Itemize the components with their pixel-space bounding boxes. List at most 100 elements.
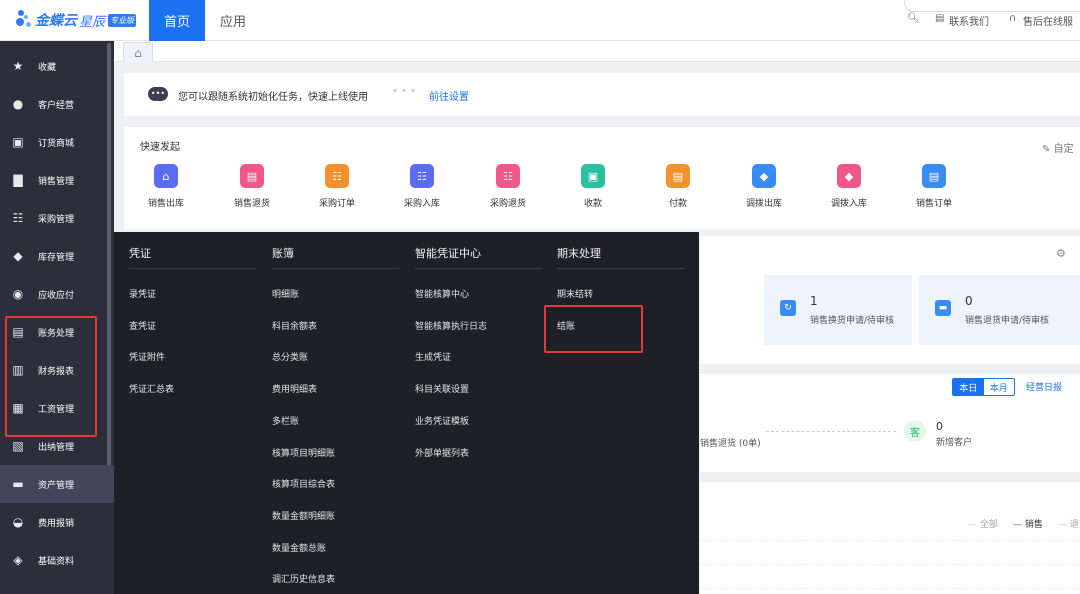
edit-icon: ✎ (1042, 144, 1054, 155)
sidebar-item[interactable]: ◆ 库存管理 (0, 237, 114, 275)
go-settings-link[interactable]: 前往设置 (429, 88, 469, 103)
return-request-card[interactable]: ▬ 0 销售退货申请/待审核 (919, 275, 1080, 345)
user-icon: ● (12, 97, 24, 111)
menu-item[interactable]: 查凭证 (129, 319, 156, 332)
customer-icon: 客 (904, 420, 926, 442)
customize-button[interactable]: ✎ 自定 (1042, 140, 1074, 155)
gear-icon[interactable]: ⚙ (1056, 247, 1066, 260)
contact-icon: ▤ (935, 13, 945, 24)
period-today-button[interactable]: 本日 (953, 379, 984, 395)
search-input[interactable] (904, 0, 1080, 12)
tab-apps[interactable]: 应用 (209, 0, 257, 41)
sidebar-item-label: 基础资料 (38, 556, 75, 567)
quick-launch-label: 收款 (583, 199, 602, 209)
top-right-tools: 🔍︎ ▤ 联系我们 ∩ 售后在线服 (904, 0, 1080, 41)
menu-item[interactable]: 外部单据列表 (415, 446, 469, 459)
highlight-box-sidebar (5, 316, 97, 437)
quick-launch-item[interactable]: ☷ 采购入库 (392, 164, 452, 214)
menu-item[interactable]: 智能核算执行日志 (415, 319, 487, 332)
sidebar-item[interactable]: ★ 收藏 (0, 47, 114, 85)
menu-item[interactable]: 多栏账 (272, 414, 299, 427)
menu-item[interactable]: 调汇历史信息表 (272, 572, 335, 585)
menu-column-title: 账簿 (272, 247, 294, 260)
quick-launch-item[interactable]: ◆ 调拨出库 (734, 164, 794, 214)
quick-launch-item[interactable]: ☷ 采购订单 (307, 164, 367, 214)
legend-return[interactable]: — 退 (1058, 517, 1079, 530)
menu-column-divider (129, 268, 256, 269)
quick-launch-item[interactable]: ⌂ 销售出库 (136, 164, 196, 214)
daily-report-link[interactable]: 经营日报 (1026, 380, 1062, 393)
summary-panel: 本日 本月 经营日报 销售退货 (0单) 客 0 新增客户 (700, 374, 1080, 472)
menu-item[interactable]: 科目余额表 (272, 319, 317, 332)
sidebar-item[interactable]: ● 客户经营 (0, 85, 114, 123)
menu-item[interactable]: 核算项目综合表 (272, 477, 335, 490)
customize-label: 自定 (1053, 144, 1074, 155)
sidebar-item-label: 出纳管理 (38, 442, 75, 453)
quick-launch-icon: ▣ (581, 164, 605, 188)
sidebar-item-label: 应收应付 (38, 290, 75, 301)
legend-all-label: 全部 (979, 520, 998, 530)
menu-item[interactable]: 明细账 (272, 287, 299, 300)
menu-item[interactable]: 期末结转 (557, 287, 593, 300)
menu-item[interactable]: 智能核算中心 (415, 287, 469, 300)
bar-chart-icon: ▇ (13, 173, 23, 187)
legend-return-label: 退 (1069, 520, 1079, 530)
legend-sales-swatch: — (1013, 520, 1025, 530)
menu-item[interactable]: 凭证附件 (129, 350, 165, 363)
tab-home[interactable]: 首页 (149, 0, 205, 41)
sidebar-item[interactable]: ▣ 订货商城 (0, 123, 114, 161)
menu-item[interactable]: 费用明细表 (272, 382, 317, 395)
quick-launch-item[interactable]: ▤ 销售退货 (222, 164, 282, 214)
quick-launch-icon: ▤ (666, 164, 690, 188)
menu-item[interactable]: 数量金额明细账 (272, 509, 335, 522)
quick-launch-label: 调拨出库 (745, 199, 782, 209)
period-month-button[interactable]: 本月 (983, 379, 1014, 395)
grid-line (700, 564, 1080, 565)
sidebar-item[interactable]: ◒ 费用报销 (0, 503, 114, 541)
notice-text: 您可以跟随系统初始化任务，快速上线使用 (178, 92, 368, 103)
sales-return-summary: 销售退货 (0单) (700, 439, 761, 449)
sidebar-item-label: 收藏 (38, 62, 57, 73)
quick-launch-item[interactable]: ▣ 收款 (563, 164, 623, 214)
quick-launch-item[interactable]: ▤ 销售订单 (904, 164, 964, 214)
legend-all-swatch: — (968, 520, 980, 530)
cart-icon: ☷ (12, 211, 24, 225)
headset-icon: ∩ (1009, 13, 1017, 24)
menu-item[interactable]: 录凭证 (129, 287, 156, 300)
quick-launch-label: 调拨入库 (830, 199, 867, 209)
sidebar-item-label: 费用报销 (38, 518, 75, 529)
menu-item[interactable]: 科目关联设置 (415, 382, 469, 395)
menu-item[interactable]: 凭证汇总表 (129, 382, 174, 395)
menu-item[interactable]: 生成凭证 (415, 350, 451, 363)
sidebar-item[interactable]: ▬ 资产管理 (0, 465, 114, 503)
contact-us-link[interactable]: 联系我们 (949, 13, 989, 28)
shop-icon: ▣ (12, 135, 24, 149)
sidebar-item[interactable]: ▇ 销售管理 (0, 161, 114, 199)
brand-logo[interactable]: 金蝶云 星辰 专业版 (14, 8, 137, 32)
legend-all[interactable]: — 全部 (968, 517, 998, 530)
legend-sales[interactable]: — 销售 (1013, 517, 1043, 530)
legend-return-swatch: — (1058, 520, 1070, 530)
quick-launch-item[interactable]: ☷ 采购退货 (478, 164, 538, 214)
quick-launch-label: 采购订单 (318, 199, 355, 209)
exchange-request-card[interactable]: ↻ 1 销售换货申请/待审核 (764, 275, 912, 345)
sidebar-item[interactable]: ◈ 基础资料 (0, 541, 114, 579)
search-icon[interactable]: 🔍︎ (907, 13, 920, 24)
quick-launch-label: 销售出库 (147, 199, 184, 209)
highlight-box-close-period (544, 305, 643, 353)
sidebar-item[interactable]: ☷ 采购管理 (0, 199, 114, 237)
menu-item[interactable]: 业务凭证模板 (415, 414, 469, 427)
quick-launch-label: 付款 (668, 199, 687, 209)
quick-launch-item[interactable]: ▤ 付款 (648, 164, 708, 214)
menu-item[interactable]: 数量金额总账 (272, 541, 326, 554)
quick-launch-title: 快速发起 (140, 142, 180, 153)
support-link[interactable]: 售后在线服 (1023, 13, 1073, 28)
quick-launch-icon: ▤ (240, 164, 264, 188)
home-tab[interactable]: ⌂ (123, 42, 153, 62)
edition-badge: 专业版 (108, 13, 137, 27)
menu-column-title: 期末处理 (557, 247, 601, 260)
quick-launch-item[interactable]: ◆ 调拨入库 (819, 164, 879, 214)
sidebar-item[interactable]: ◉ 应收应付 (0, 275, 114, 313)
menu-item[interactable]: 核算项目明细账 (272, 446, 335, 459)
menu-item[interactable]: 总分类账 (272, 350, 308, 363)
